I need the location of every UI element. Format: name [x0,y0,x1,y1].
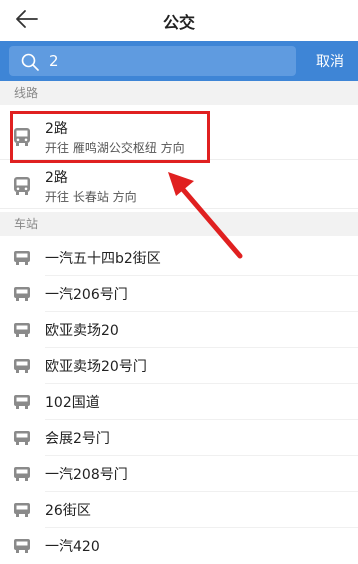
page-title: 公交 [162,13,195,32]
station-name: 102国道 [45,395,100,411]
stations-section-header: 车站 [0,212,358,236]
route-direction: 开往 雁鸣湖公交枢纽 方向 [45,141,185,155]
bus-stop-icon [14,395,30,409]
bus-stop-icon [14,323,30,337]
station-item[interactable]: 会展2号门 [0,420,358,456]
station-item[interactable]: 一汽五十四b2街区 [0,240,358,276]
station-name: 一汽206号门 [45,287,128,303]
station-item[interactable]: 欧亚卖场20 [0,312,358,348]
station-name: 欧亚卖场20 [45,323,119,339]
bus-stop-icon [14,251,30,265]
station-item[interactable]: 一汽420 [0,528,358,564]
bus-stop-icon [14,467,30,481]
station-item[interactable]: 一汽206号门 [0,276,358,312]
bus-stop-icon [14,287,30,301]
bus-stop-icon [14,359,30,373]
station-name: 一汽208号门 [45,467,128,483]
route-name: 2路 [45,170,68,186]
search-box[interactable] [9,46,296,76]
station-item[interactable]: 欧亚卖场20号门 [0,348,358,384]
bus-stop-icon [14,539,30,553]
station-name: 一汽五十四b2街区 [45,251,161,267]
bus-icon [14,128,30,146]
bus-stop-icon [14,431,30,445]
search-input[interactable] [49,50,279,72]
station-name: 一汽420 [45,539,100,555]
top-bar: 公交 [0,0,358,41]
station-item[interactable]: 26街区 [0,492,358,528]
station-name: 会展2号门 [45,431,110,447]
route-item[interactable]: 2路 开往 雁鸣湖公交枢纽 方向 [0,112,358,160]
bus-icon [14,177,30,195]
route-direction: 开往 长春站 方向 [45,190,137,204]
station-name: 26街区 [45,503,91,519]
search-icon [21,53,39,71]
search-bar: 取消 [0,41,358,81]
station-name: 欧亚卖场20号门 [45,359,147,375]
routes-section-header: 线路 [0,81,358,105]
route-name: 2路 [45,121,68,137]
cancel-button[interactable]: 取消 [316,51,344,71]
station-item[interactable]: 102国道 [0,384,358,420]
bus-stop-icon [14,503,30,517]
station-item[interactable]: 一汽208号门 [0,456,358,492]
route-item[interactable]: 2路 开往 长春站 方向 [0,161,358,209]
